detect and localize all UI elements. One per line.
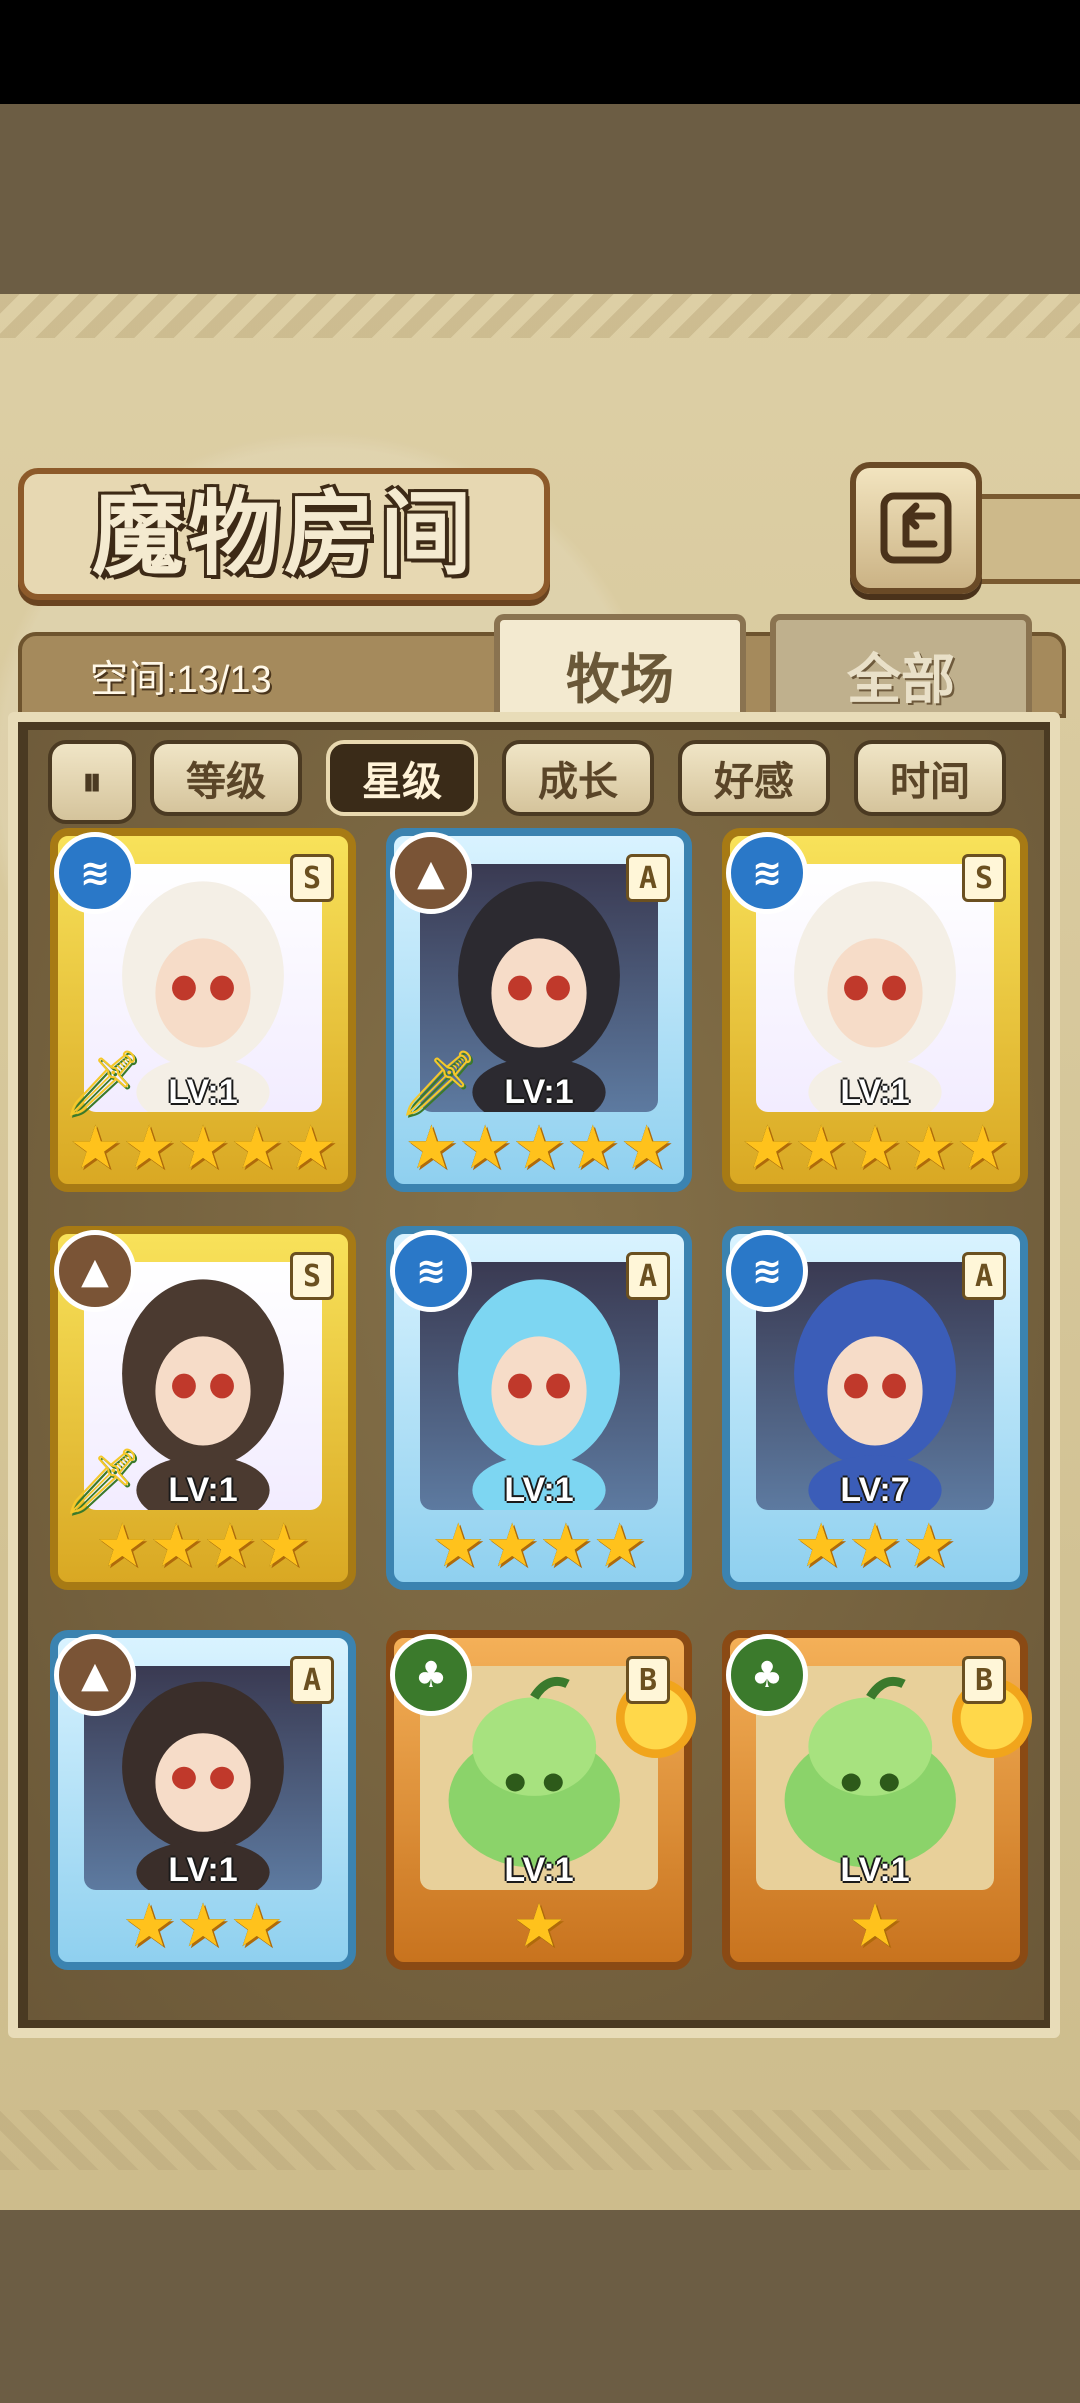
rank-badge: A	[962, 1252, 1006, 1300]
rank-badge: S	[962, 854, 1006, 902]
star-icon: ★	[149, 1511, 203, 1581]
space-counter: 空间:13/13	[90, 659, 272, 701]
star-rating: ★ ★ ★ ★ ★	[730, 1116, 1020, 1180]
back-button-tail	[965, 494, 1080, 584]
monster-level: LV:1	[504, 1073, 574, 1111]
star-icon: ★	[848, 1891, 902, 1961]
monster-card[interactable]: ≋S🗡LV:1★★★★★	[50, 828, 356, 1192]
monster-level: LV:1	[840, 1073, 910, 1111]
star-icon: ★	[203, 1511, 257, 1581]
monster-card[interactable]: ♣ B LV:1 ★	[386, 1630, 696, 1970]
star-icon: ★	[229, 1891, 284, 1961]
star-icon: ★	[565, 1113, 620, 1183]
earth-icon: ▲	[54, 1230, 136, 1312]
water-icon: ≋	[726, 832, 808, 914]
rank-badge: A	[290, 1656, 334, 1704]
water-icon: ≋	[390, 1230, 472, 1312]
star-icon: ★	[256, 1511, 311, 1581]
star-icon: ★	[955, 1113, 1010, 1183]
rank-badge: S	[290, 1252, 334, 1300]
monster-card[interactable]: ♣ B LV:1 ★	[722, 1630, 1032, 1970]
star-icon: ★	[404, 1113, 459, 1183]
monster-card[interactable]: ▲S🗡LV:1★★★★	[50, 1226, 356, 1590]
wood-icon: ♣	[390, 1634, 472, 1716]
star-icon: ★	[176, 1113, 230, 1183]
rank-badge: S	[290, 854, 334, 902]
filter-growth-button[interactable]: 成长	[502, 740, 654, 816]
monster-level: LV:1	[504, 1851, 574, 1889]
star-icon: ★	[458, 1113, 513, 1183]
star-icon: ★	[794, 1113, 849, 1183]
filter-level-button[interactable]: 等级	[150, 740, 302, 816]
filter-star-button[interactable]: 星级	[326, 740, 478, 816]
map-strip-top	[0, 104, 1080, 294]
star-icon: ★	[485, 1511, 539, 1581]
star-icon: ★	[122, 1891, 177, 1961]
monster-card[interactable]: ▲A🗡LV:1★★★★★	[386, 828, 692, 1192]
star-icon: ★	[283, 1113, 338, 1183]
paper-edge-top	[0, 294, 1080, 338]
star-icon: ★	[68, 1113, 123, 1183]
monster-card[interactable]: ≋ A LV:1 ★ ★ ★ ★	[386, 1226, 692, 1590]
water-icon: ≋	[726, 1230, 808, 1312]
paper-edge-bottom	[0, 2110, 1080, 2170]
earth-icon: ▲	[54, 1634, 136, 1716]
monster-level: LV:1	[168, 1471, 238, 1509]
sort-order-button[interactable]: ⏸	[48, 740, 136, 824]
star-icon: ★	[512, 1891, 566, 1961]
monster-level: LV:7	[840, 1471, 910, 1509]
tab-ranch[interactable]: 牧场	[494, 614, 746, 728]
filter-affection-button[interactable]: 好感	[678, 740, 830, 816]
monster-card[interactable]: ▲ A LV:1 ★ ★ ★	[50, 1630, 356, 1970]
star-icon: ★	[539, 1511, 593, 1581]
star-rating: ★ ★ ★	[58, 1894, 348, 1958]
star-rating: ★ ★ ★ ★ ★	[394, 1116, 684, 1180]
sort-order-icon: ⏸	[82, 759, 102, 805]
star-icon: ★	[848, 1511, 902, 1581]
map-strip-bottom	[0, 2210, 1080, 2403]
monster-level: LV:1	[168, 1073, 238, 1111]
monster-card[interactable]: ≋ A LV:7 ★ ★ ★	[722, 1226, 1028, 1590]
star-rating: ★ ★ ★	[730, 1514, 1020, 1578]
water-icon: ≋	[54, 832, 136, 914]
filter-time-button[interactable]: 时间	[854, 740, 1006, 816]
title-plate: 魔物房间	[18, 468, 550, 600]
back-button[interactable]	[850, 462, 982, 594]
star-icon: ★	[122, 1113, 177, 1183]
star-icon: ★	[431, 1511, 486, 1581]
monster-level: LV:1	[840, 1851, 910, 1889]
rank-badge: A	[626, 854, 670, 902]
monster-card[interactable]: ≋ S LV:1 ★ ★ ★ ★ ★	[722, 828, 1028, 1192]
star-rating: ★ ★ ★ ★	[394, 1514, 684, 1578]
star-icon: ★	[848, 1113, 902, 1183]
star-icon: ★	[619, 1113, 674, 1183]
rank-badge: B	[626, 1656, 670, 1704]
star-icon: ★	[512, 1113, 566, 1183]
star-rating: ★ ★ ★ ★	[58, 1514, 348, 1578]
star-icon: ★	[176, 1891, 230, 1961]
star-rating: ★ ★ ★ ★ ★	[58, 1116, 348, 1180]
page-title: 魔物房间	[91, 480, 476, 588]
star-rating: ★	[730, 1894, 1020, 1958]
star-icon: ★	[794, 1511, 849, 1581]
wood-icon: ♣	[726, 1634, 808, 1716]
rank-badge: B	[962, 1656, 1006, 1704]
monster-level: LV:1	[168, 1851, 238, 1889]
star-rating: ★	[394, 1894, 684, 1958]
rank-badge: A	[626, 1252, 670, 1300]
star-icon: ★	[95, 1511, 150, 1581]
status-bar	[0, 0, 1080, 104]
earth-icon: ▲	[390, 832, 472, 914]
star-icon: ★	[901, 1511, 956, 1581]
monster-level: LV:1	[504, 1471, 574, 1509]
return-arrow-icon	[880, 492, 952, 564]
star-icon: ★	[592, 1511, 647, 1581]
star-icon: ★	[901, 1113, 956, 1183]
star-icon: ★	[229, 1113, 284, 1183]
star-icon: ★	[740, 1113, 795, 1183]
